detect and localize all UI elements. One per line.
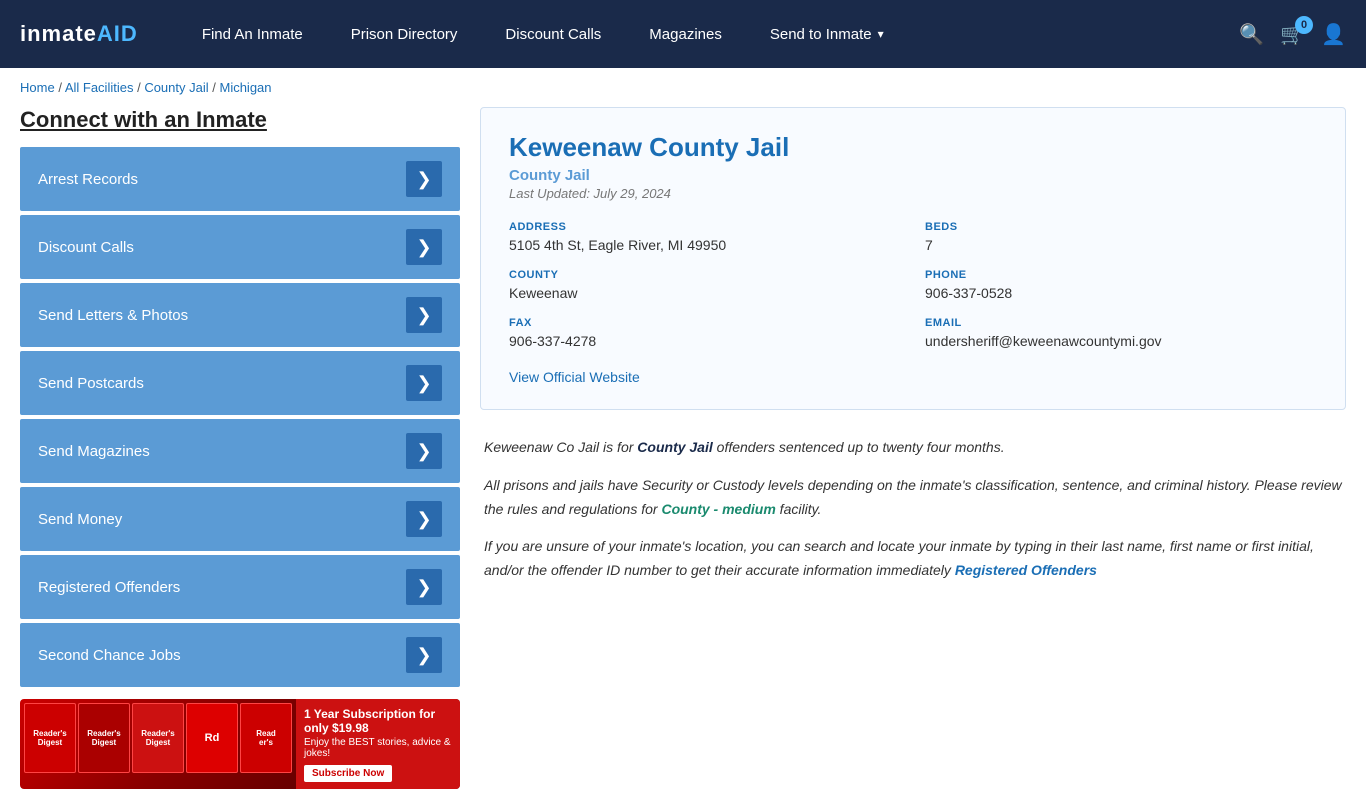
phone-label: PHONE (925, 269, 1317, 281)
main-content: Keweenaw County Jail County Jail Last Up… (480, 107, 1346, 789)
view-official-website-link[interactable]: View Official Website (509, 369, 640, 385)
sidebar-label-arrest-records: Arrest Records (38, 171, 138, 188)
county-block: COUNTY Keweenaw (509, 269, 901, 301)
registered-offenders-link[interactable]: Registered Offenders (955, 562, 1097, 578)
ad-covers: Reader'sDigest Reader'sDigest Reader'sDi… (20, 699, 296, 789)
description-p3: If you are unsure of your inmate's locat… (484, 535, 1342, 583)
breadcrumb: Home / All Facilities / County Jail / Mi… (0, 68, 1366, 107)
ad-cover-3: Reader'sDigest (132, 703, 184, 773)
search-icon: 🔍 (1239, 22, 1264, 47)
county-value: Keweenaw (509, 285, 901, 301)
beds-block: BEDS 7 (925, 221, 1317, 253)
sidebar-label-registered-offenders: Registered Offenders (38, 579, 180, 596)
main-container: Connect with an Inmate Arrest Records ❯ … (0, 107, 1366, 809)
sidebar-btn-discount-calls[interactable]: Discount Calls ❯ (20, 215, 460, 279)
sidebar-label-second-chance-jobs: Second Chance Jobs (38, 647, 181, 664)
ad-cover-main: Rd (186, 703, 238, 773)
sidebar-label-discount-calls: Discount Calls (38, 239, 134, 256)
main-nav: inmateAID Find An Inmate Prison Director… (0, 0, 1366, 68)
address-block: ADDRESS 5105 4th St, Eagle River, MI 499… (509, 221, 901, 253)
ad-subscribe-button[interactable]: Subscribe Now (304, 765, 392, 782)
beds-label: BEDS (925, 221, 1317, 233)
sidebar-btn-arrest-records[interactable]: Arrest Records ❯ (20, 147, 460, 211)
ad-cover-2: Reader'sDigest (78, 703, 130, 773)
arrow-icon: ❯ (406, 433, 442, 469)
facility-details: ADDRESS 5105 4th St, Eagle River, MI 499… (509, 221, 1317, 349)
fax-value: 906-337-4278 (509, 333, 901, 349)
description-p2: All prisons and jails have Security or C… (484, 474, 1342, 522)
logo-text: inmateAID (20, 21, 138, 46)
email-label: EMAIL (925, 317, 1317, 329)
facility-name: Keweenaw County Jail (509, 132, 1317, 163)
breadcrumb-michigan[interactable]: Michigan (219, 80, 271, 95)
county-medium-link[interactable]: County - medium (661, 501, 775, 517)
breadcrumb-home[interactable]: Home (20, 80, 55, 95)
facility-card: Keweenaw County Jail County Jail Last Up… (480, 107, 1346, 410)
sidebar-label-send-postcards: Send Postcards (38, 375, 144, 392)
ad-cover-5: Reader's (240, 703, 292, 773)
sidebar-btn-send-magazines[interactable]: Send Magazines ❯ (20, 419, 460, 483)
sidebar-label-send-letters-photos: Send Letters & Photos (38, 307, 188, 324)
search-button[interactable]: 🔍 (1239, 22, 1264, 47)
arrow-icon: ❯ (406, 161, 442, 197)
cart-count: 0 (1295, 16, 1313, 34)
sidebar-label-send-money: Send Money (38, 511, 122, 528)
facility-last-updated: Last Updated: July 29, 2024 (509, 186, 1317, 201)
phone-block: PHONE 906-337-0528 (925, 269, 1317, 301)
arrow-icon: ❯ (406, 297, 442, 333)
sidebar-btn-registered-offenders[interactable]: Registered Offenders ❯ (20, 555, 460, 619)
nav-find-inmate[interactable]: Find An Inmate (178, 0, 327, 68)
arrow-icon: ❯ (406, 501, 442, 537)
sidebar-label-send-magazines: Send Magazines (38, 443, 150, 460)
cart-button[interactable]: 🛒 0 (1280, 22, 1305, 47)
address-value: 5105 4th St, Eagle River, MI 49950 (509, 237, 901, 253)
fax-label: FAX (509, 317, 901, 329)
site-logo[interactable]: inmateAID (20, 21, 138, 47)
arrow-icon: ❯ (406, 569, 442, 605)
county-label: COUNTY (509, 269, 901, 281)
nav-links: Find An Inmate Prison Directory Discount… (178, 0, 1239, 68)
facility-type: County Jail (509, 167, 1317, 184)
phone-value: 906-337-0528 (925, 285, 1317, 301)
sidebar-btn-send-letters-photos[interactable]: Send Letters & Photos ❯ (20, 283, 460, 347)
arrow-icon: ❯ (406, 637, 442, 673)
arrow-icon: ❯ (406, 365, 442, 401)
ad-cover-1: Reader'sDigest (24, 703, 76, 773)
ad-title: 1 Year Subscription for only $19.98 (304, 707, 452, 735)
advertisement-banner[interactable]: Reader'sDigest Reader'sDigest Reader'sDi… (20, 699, 460, 789)
beds-value: 7 (925, 237, 1317, 253)
facility-website: View Official Website (509, 369, 1317, 385)
breadcrumb-all-facilities[interactable]: All Facilities (65, 80, 134, 95)
ad-subtitle: Enjoy the BEST stories, advice & jokes! (304, 737, 452, 759)
county-jail-link[interactable]: County Jail (637, 439, 712, 455)
breadcrumb-county-jail[interactable]: County Jail (144, 80, 208, 95)
user-button[interactable]: 👤 (1321, 22, 1346, 47)
sidebar-title: Connect with an Inmate (20, 107, 460, 133)
nav-magazines[interactable]: Magazines (625, 0, 746, 68)
facility-description: Keweenaw Co Jail is for County Jail offe… (480, 426, 1346, 607)
sidebar-btn-send-money[interactable]: Send Money ❯ (20, 487, 460, 551)
nav-prison-directory[interactable]: Prison Directory (327, 0, 482, 68)
sidebar-btn-second-chance-jobs[interactable]: Second Chance Jobs ❯ (20, 623, 460, 687)
description-p1: Keweenaw Co Jail is for County Jail offe… (484, 436, 1342, 460)
user-icon: 👤 (1321, 22, 1346, 47)
fax-block: FAX 906-337-4278 (509, 317, 901, 349)
email-value: undersheriff@keweenawcountymi.gov (925, 333, 1317, 349)
arrow-icon: ❯ (406, 229, 442, 265)
ad-text-block: 1 Year Subscription for only $19.98 Enjo… (296, 699, 460, 789)
sidebar-btn-send-postcards[interactable]: Send Postcards ❯ (20, 351, 460, 415)
nav-send-to-inmate[interactable]: Send to Inmate (746, 0, 908, 68)
nav-discount-calls[interactable]: Discount Calls (481, 0, 625, 68)
sidebar: Connect with an Inmate Arrest Records ❯ … (20, 107, 460, 789)
nav-icons: 🔍 🛒 0 👤 (1239, 22, 1346, 47)
address-label: ADDRESS (509, 221, 901, 233)
email-block: EMAIL undersheriff@keweenawcountymi.gov (925, 317, 1317, 349)
